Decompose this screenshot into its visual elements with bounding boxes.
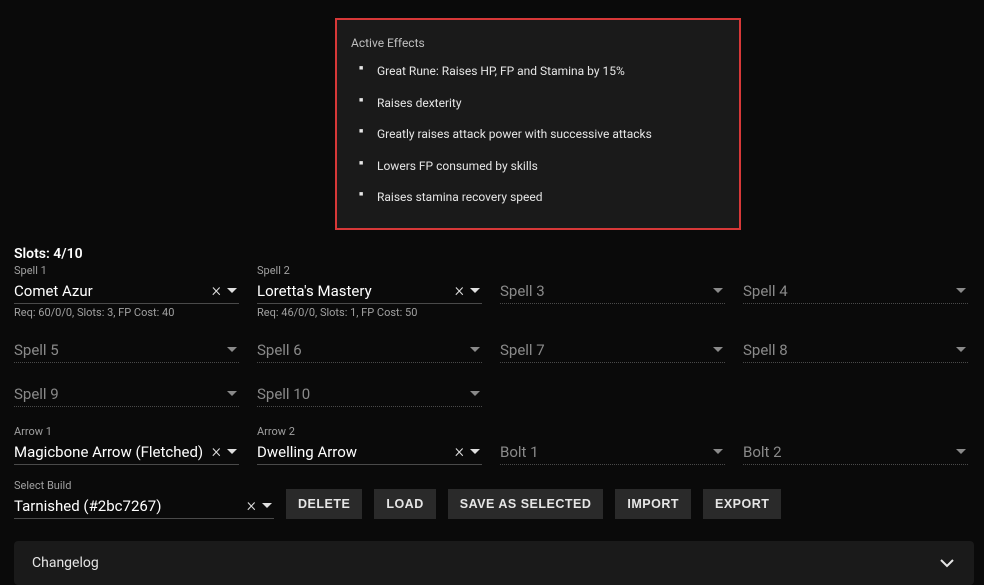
clear-icon[interactable]: × bbox=[451, 280, 468, 301]
chevron-down-icon[interactable] bbox=[711, 347, 725, 353]
spell-dropdown[interactable]: Spell 10 bbox=[257, 381, 482, 407]
spell-placeholder: Spell 3 bbox=[500, 282, 711, 300]
save-button[interactable]: SAVE AS SELECTED bbox=[448, 489, 604, 519]
field-label: Arrow 1 bbox=[14, 425, 239, 438]
chevron-down-icon[interactable] bbox=[468, 449, 482, 455]
spell-slot-6: Spell 6 bbox=[257, 337, 482, 363]
field-label: Arrow 2 bbox=[257, 425, 482, 438]
spell-slot-3: Spell 3 bbox=[500, 264, 725, 319]
chevron-down-icon[interactable] bbox=[468, 391, 482, 397]
field-label: Spell 1 bbox=[14, 264, 239, 277]
spell-slot-7: Spell 7 bbox=[500, 337, 725, 363]
spell-value: Loretta's Mastery bbox=[257, 282, 451, 300]
spell-slot-8: Spell 8 bbox=[743, 337, 968, 363]
chevron-down-icon[interactable] bbox=[468, 347, 482, 353]
active-effects-panel: Active Effects Great Rune: Raises HP, FP… bbox=[335, 18, 741, 230]
chevron-down-icon[interactable] bbox=[225, 288, 239, 294]
spell-dropdown[interactable]: Spell 8 bbox=[743, 337, 968, 363]
chevron-down-icon[interactable] bbox=[468, 288, 482, 294]
changelog-title: Changelog bbox=[32, 555, 99, 571]
chevron-down-icon bbox=[938, 559, 956, 568]
changelog-accordion[interactable]: Changelog bbox=[14, 541, 974, 585]
chevron-down-icon[interactable] bbox=[711, 288, 725, 294]
chevron-down-icon[interactable] bbox=[225, 347, 239, 353]
clear-icon[interactable]: × bbox=[208, 280, 225, 301]
spell-dropdown[interactable]: Spell 7 bbox=[500, 337, 725, 363]
bolt-slot-2: Bolt 2 bbox=[743, 425, 968, 465]
clear-icon[interactable]: × bbox=[451, 441, 468, 462]
import-button[interactable]: IMPORT bbox=[615, 489, 691, 519]
spell-slot-1: Spell 1 Comet Azur × Req: 60/0/0, Slots:… bbox=[14, 264, 239, 319]
spell-placeholder: Spell 5 bbox=[14, 341, 225, 359]
spell-dropdown[interactable]: Comet Azur × bbox=[14, 278, 239, 304]
spell-placeholder: Spell 6 bbox=[257, 341, 468, 359]
spell-placeholder: Spell 7 bbox=[500, 341, 711, 359]
effect-item: Lowers FP consumed by skills bbox=[377, 159, 725, 175]
spell-placeholder: Spell 4 bbox=[743, 282, 954, 300]
slots-header: Slots: 4/10 bbox=[14, 246, 974, 262]
clear-icon[interactable]: × bbox=[208, 441, 225, 462]
field-label: Select Build bbox=[14, 479, 274, 492]
effect-item: Greatly raises attack power with success… bbox=[377, 127, 725, 143]
arrow-slot-1: Arrow 1 Magicbone Arrow (Fletched) × bbox=[14, 425, 239, 465]
chevron-down-icon[interactable] bbox=[225, 391, 239, 397]
bolt-placeholder: Bolt 1 bbox=[500, 443, 711, 461]
spell-placeholder: Spell 10 bbox=[257, 385, 468, 403]
chevron-down-icon[interactable] bbox=[711, 449, 725, 455]
effect-item: Raises stamina recovery speed bbox=[377, 190, 725, 206]
arrow-slot-2: Arrow 2 Dwelling Arrow × bbox=[257, 425, 482, 465]
spell-placeholder: Spell 8 bbox=[743, 341, 954, 359]
active-effects-title: Active Effects bbox=[351, 36, 725, 50]
spell-slot-9: Spell 9 bbox=[14, 381, 239, 407]
bolt-slot-1: Bolt 1 bbox=[500, 425, 725, 465]
spell-slot-4: Spell 4 bbox=[743, 264, 968, 319]
delete-button[interactable]: DELETE bbox=[286, 489, 362, 519]
arrow-dropdown[interactable]: Dwelling Arrow × bbox=[257, 439, 482, 465]
spell-slot-10: Spell 10 bbox=[257, 381, 482, 407]
chevron-down-icon[interactable] bbox=[225, 449, 239, 455]
spell-dropdown[interactable]: Spell 5 bbox=[14, 337, 239, 363]
bolt-dropdown[interactable]: Bolt 2 bbox=[743, 439, 968, 465]
effect-item: Great Rune: Raises HP, FP and Stamina by… bbox=[377, 64, 725, 80]
spell-slot-5: Spell 5 bbox=[14, 337, 239, 363]
load-button[interactable]: LOAD bbox=[374, 489, 435, 519]
build-dropdown[interactable]: Tarnished (#2bc7267) × bbox=[14, 493, 274, 519]
spell-req: Req: 60/0/0, Slots: 3, FP Cost: 40 bbox=[14, 306, 239, 319]
active-effects-list: Great Rune: Raises HP, FP and Stamina by… bbox=[351, 64, 725, 206]
spell-dropdown[interactable]: Spell 9 bbox=[14, 381, 239, 407]
select-build-field: Select Build Tarnished (#2bc7267) × bbox=[14, 479, 274, 519]
spell-placeholder: Spell 9 bbox=[14, 385, 225, 403]
build-value: Tarnished (#2bc7267) bbox=[14, 497, 243, 515]
spell-slot-2: Spell 2 Loretta's Mastery × Req: 46/0/0,… bbox=[257, 264, 482, 319]
chevron-down-icon[interactable] bbox=[954, 347, 968, 353]
spell-dropdown[interactable]: Loretta's Mastery × bbox=[257, 278, 482, 304]
spell-value: Comet Azur bbox=[14, 282, 208, 300]
chevron-down-icon[interactable] bbox=[260, 503, 274, 509]
bolt-dropdown[interactable]: Bolt 1 bbox=[500, 439, 725, 465]
arrow-value: Dwelling Arrow bbox=[257, 443, 451, 461]
spell-dropdown[interactable]: Spell 4 bbox=[743, 278, 968, 304]
chevron-down-icon[interactable] bbox=[954, 288, 968, 294]
field-label: Spell 2 bbox=[257, 264, 482, 277]
spell-dropdown[interactable]: Spell 6 bbox=[257, 337, 482, 363]
export-button[interactable]: EXPORT bbox=[703, 489, 781, 519]
arrow-value: Magicbone Arrow (Fletched) bbox=[14, 443, 208, 461]
spell-req: Req: 46/0/0, Slots: 1, FP Cost: 50 bbox=[257, 306, 482, 319]
chevron-down-icon[interactable] bbox=[954, 449, 968, 455]
bolt-placeholder: Bolt 2 bbox=[743, 443, 954, 461]
arrow-dropdown[interactable]: Magicbone Arrow (Fletched) × bbox=[14, 439, 239, 465]
clear-icon[interactable]: × bbox=[243, 495, 260, 516]
effect-item: Raises dexterity bbox=[377, 96, 725, 112]
spell-dropdown[interactable]: Spell 3 bbox=[500, 278, 725, 304]
